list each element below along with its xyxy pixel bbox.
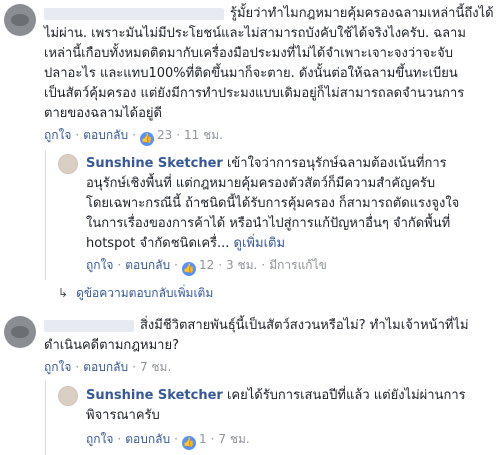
see-more-link[interactable]: ดูเพิ่มเติม (234, 236, 285, 251)
reply-line: เคยได้รับการเสนอปีที่แล้ว แต่ยังไม่ผ่านก… (226, 388, 466, 403)
author-name-redacted[interactable] (44, 7, 224, 20)
timestamp[interactable]: 3 ชม. (226, 258, 257, 272)
comment-line: ดำเนินคดีตามกฎหมาย? (44, 338, 179, 353)
reply-line: ในการเรื่องของการค้าได้ หรือนำไปสู่การแก… (86, 216, 451, 231)
like-button[interactable]: ถูกใจ (86, 432, 113, 446)
like-count[interactable]: 23 (157, 128, 172, 142)
edited-label[interactable]: มีการแก้ไข (269, 258, 327, 272)
comment-line: รู้มั้ยว่าทำไมกฎหมายคุ้มครองฉลามเหล่านี้… (230, 6, 494, 21)
thread-line (45, 150, 46, 280)
author-name[interactable]: Sunshine Sketcher (86, 156, 223, 171)
reply-button[interactable]: ตอบกลับ (125, 258, 170, 272)
comment-line: ปลาอะไร และแทบ100%ที่ติดขึ้นมาก็จะตาย. ด… (44, 66, 458, 81)
avatar[interactable] (4, 4, 36, 36)
avatar[interactable] (58, 386, 78, 406)
like-icon: 👍 (139, 132, 154, 146)
like-count[interactable]: 1 (199, 432, 207, 446)
reply-actions: ถูกใจ · ตอบกลับ · 👍 1 · 7 ชม. (86, 432, 250, 450)
comment-actions: ถูกใจ · ตอบกลับ · 7 ชม. (44, 360, 172, 374)
thread-line (45, 380, 46, 455)
timestamp[interactable]: 11 ชม. (184, 128, 223, 142)
reply-line: โดยเฉพาะกรณีนี้ ถ้าชนิดนี้ได้รับการคุ้มค… (86, 196, 460, 211)
avatar[interactable] (58, 154, 78, 174)
like-icon: 👍 (181, 262, 196, 276)
comment-line: ไม่ผ่าน. เพราะมันไม่มีประโยชน์และไม่สามา… (44, 26, 466, 41)
reply-body: Sunshine Sketcher เข้าใจว่าการอนุรักษ์ฉล… (86, 154, 459, 254)
author-name-redacted[interactable] (44, 319, 134, 332)
view-more-replies-label: ดูข้อความตอบกลับเพิ่มเติม (76, 286, 214, 300)
comment-line: สิ่งมีชีวิตสายพันธุ์นี้เป็นสัตว์สงวนหรือ… (140, 318, 469, 333)
comment-actions: ถูกใจ · ตอบกลับ · 👍 23 · 11 ชม. (44, 128, 223, 146)
comment-line: ตายของฉลามได้อยู่ดี (44, 106, 162, 121)
reply-button[interactable]: ตอบกลับ (83, 360, 128, 374)
like-count[interactable]: 12 (199, 258, 214, 272)
timestamp[interactable]: 7 ชม. (218, 432, 249, 446)
reply-line: เข้าใจว่าการอนุรักษ์ฉลามต้องเน้นที่การ (226, 156, 447, 171)
reply-line: พิจารณาครับ (86, 408, 160, 423)
like-button[interactable]: ถูกใจ (44, 128, 71, 142)
reply-line: อนุรักษ์เชิงพื้นที่ แต่กฎหมายคุ้มครองตัว… (86, 176, 436, 191)
reply-actions: ถูกใจ · ตอบกลับ · 👍 12 · 3 ชม. · มีการแก้ไข (86, 258, 327, 276)
reply-body: Sunshine Sketcher เคยได้รับการเสนอปีที่แ… (86, 386, 466, 426)
author-name[interactable]: Sunshine Sketcher (86, 388, 223, 403)
comment-line: เหล่านี้เกือบทั้งหมดติดมากับเครื่องมือปร… (44, 46, 453, 61)
avatar[interactable] (4, 316, 36, 348)
timestamp[interactable]: 7 ชม. (140, 360, 171, 374)
comment-body: รู้มั้ยว่าทำไมกฎหมายคุ้มครองฉลามเหล่านี้… (44, 4, 494, 124)
reply-button[interactable]: ตอบกลับ (125, 432, 170, 446)
comment-line: เป็นสัตว์คุ้มครอง แต่ยังมีการทำประมงแบบเ… (44, 86, 465, 101)
reply-line: hotspot จำกัดชนิดเครื่... (86, 236, 230, 251)
like-button[interactable]: ถูกใจ (44, 360, 71, 374)
view-more-replies-link[interactable]: ↳ ดูข้อความตอบกลับเพิ่มเติม (58, 284, 213, 303)
reply-button[interactable]: ตอบกลับ (83, 128, 128, 142)
reply-arrow-icon: ↳ (58, 286, 69, 300)
comment-body: สิ่งมีชีวิตสายพันธุ์นี้เป็นสัตว์สงวนหรือ… (44, 316, 469, 356)
like-icon: 👍 (181, 436, 196, 450)
like-button[interactable]: ถูกใจ (86, 258, 113, 272)
